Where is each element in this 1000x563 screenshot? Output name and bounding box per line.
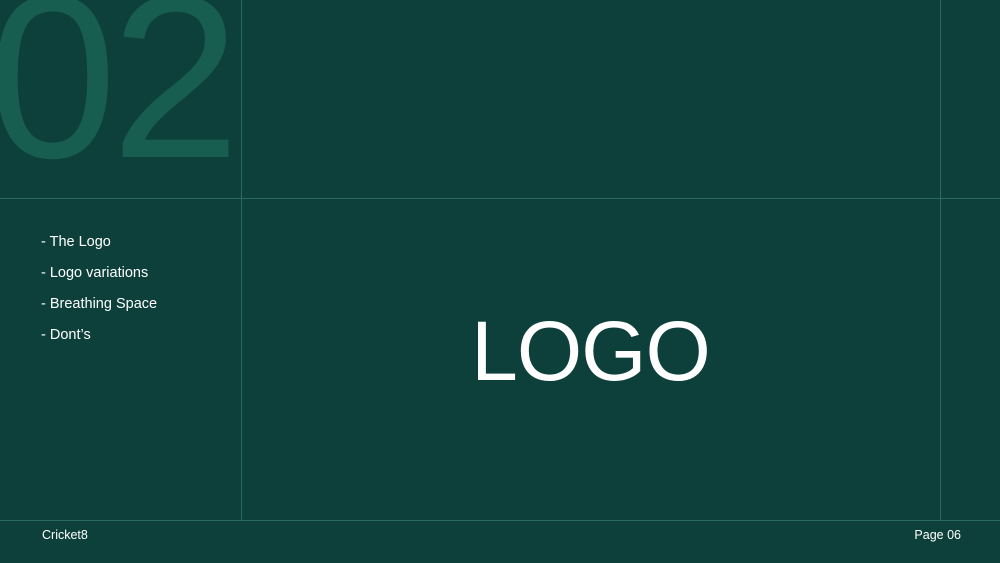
horizontal-divider-bottom: [0, 520, 1000, 521]
footer-brand: Cricket8: [42, 528, 88, 542]
contents-item-donts: - Dont’s: [41, 327, 91, 343]
slide-title: LOGO: [471, 304, 711, 398]
contents-item-breathing-space: - Breathing Space: [41, 296, 158, 312]
vertical-divider-left: [241, 0, 242, 521]
footer-page-number: Page 06: [914, 528, 961, 542]
contents-item-logo-variations: - Logo variations: [41, 265, 149, 281]
section-number: 02: [0, 0, 240, 207]
section-contents-list: - The Logo - Logo variations - Breathing…: [41, 232, 157, 356]
contents-item-the-logo: - The Logo: [41, 234, 111, 250]
presentation-slide: 02 - The Logo - Logo variations - Breath…: [0, 0, 1000, 563]
vertical-divider-right: [940, 0, 941, 521]
